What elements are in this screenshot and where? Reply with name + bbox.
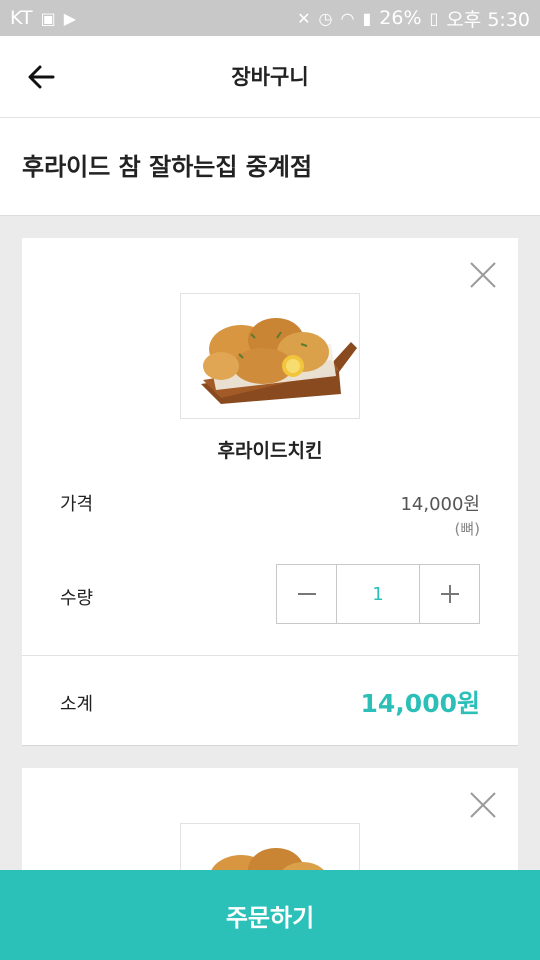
- item-name: 후라이드치킨: [217, 440, 323, 462]
- increase-quantity-button[interactable]: [420, 565, 479, 623]
- order-button[interactable]: 주문하기: [0, 870, 540, 960]
- status-left: KT ▣ ▶: [10, 7, 76, 29]
- plus-icon: [440, 585, 459, 603]
- app-bar: 장바구니: [0, 36, 540, 118]
- page-title: 장바구니: [231, 65, 309, 89]
- close-icon: [470, 262, 496, 288]
- battery-icon: ▯: [429, 8, 439, 28]
- wifi-icon: ◠: [340, 8, 355, 28]
- store-name: 후라이드 참 잘하는집 중계점: [22, 153, 313, 181]
- subtotal-label: 소계: [60, 694, 94, 715]
- close-icon: [470, 792, 496, 818]
- clock: 오후 5:30: [446, 8, 530, 31]
- quantity-label: 수량: [60, 588, 94, 609]
- alarm-icon: ◷: [318, 8, 333, 28]
- remove-item-button[interactable]: [466, 788, 500, 822]
- battery-label: 26%: [379, 7, 422, 29]
- image-icon: ▣: [40, 8, 56, 28]
- item-price: 14,000원: [400, 494, 480, 515]
- play-store-icon: ▶: [63, 8, 77, 28]
- price-label: 가격: [60, 494, 94, 515]
- subtotal-value: 14,000원: [360, 689, 480, 718]
- quantity-value[interactable]: 1: [336, 565, 420, 623]
- item-image: [180, 293, 360, 419]
- item-option: (뼈): [454, 520, 480, 538]
- fried-chicken-image: [181, 294, 359, 418]
- minus-icon: [297, 593, 316, 595]
- divider: [22, 655, 518, 656]
- mute-icon: ✕: [297, 8, 311, 28]
- signal-icon: ▮: [362, 8, 372, 28]
- carrier-label: KT: [10, 7, 33, 29]
- cart-item-card: 후라이드치킨 가격 14,000원 (뼈) 수량 1 소계 14,000원: [22, 238, 518, 746]
- status-bar: KT ▣ ▶ ✕ ◷ ◠ ▮ 26% ▯ 오후 5:30: [0, 0, 540, 36]
- decrease-quantity-button[interactable]: [277, 565, 336, 623]
- quantity-stepper: 1: [276, 564, 480, 624]
- status-right: ✕ ◷ ◠ ▮ 26% ▯ 오후 5:30: [297, 5, 530, 32]
- store-header: 후라이드 참 잘하는집 중계점: [0, 118, 540, 216]
- remove-item-button[interactable]: [466, 258, 500, 292]
